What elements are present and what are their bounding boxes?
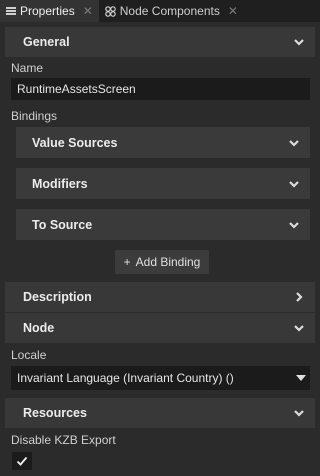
close-icon[interactable]: ✕ bbox=[83, 4, 93, 18]
disable-kzb-export-label: Disable KZB Export bbox=[11, 433, 116, 447]
close-icon[interactable]: ✕ bbox=[228, 4, 238, 18]
to-source-header[interactable]: To Source bbox=[16, 209, 310, 240]
chevron-down-icon bbox=[289, 139, 299, 147]
resources-section-header[interactable]: Resources bbox=[5, 398, 315, 428]
chevron-down-icon bbox=[294, 410, 304, 417]
chevron-right-icon bbox=[296, 292, 303, 302]
section-title: Description bbox=[23, 290, 92, 304]
disable-kzb-export-checkbox[interactable] bbox=[12, 452, 32, 470]
section-title: General bbox=[23, 35, 70, 49]
chevron-down-icon bbox=[294, 39, 304, 46]
bindings-label: Bindings bbox=[11, 109, 58, 123]
modifiers-header[interactable]: Modifiers bbox=[16, 168, 310, 199]
subsection-title: To Source bbox=[32, 217, 93, 232]
tab-properties-label: Properties bbox=[20, 4, 75, 18]
section-title: Resources bbox=[23, 406, 87, 420]
tab-properties[interactable]: Properties ✕ bbox=[0, 0, 99, 22]
list-icon bbox=[6, 6, 16, 16]
value-sources-header[interactable]: Value Sources bbox=[16, 127, 310, 158]
panel-tab-bar: Properties ✕ Node Components ✕ bbox=[0, 0, 320, 22]
locale-dropdown[interactable]: Invariant Language (Invariant Country) (… bbox=[11, 366, 310, 390]
general-section-header[interactable]: General bbox=[5, 27, 315, 57]
plus-icon: + bbox=[123, 255, 131, 269]
section-title: Node bbox=[23, 321, 55, 335]
name-label: Name bbox=[11, 61, 44, 75]
subsection-title: Modifiers bbox=[32, 176, 88, 191]
tab-node-components-label: Node Components bbox=[119, 4, 220, 18]
locale-label: Locale bbox=[11, 348, 47, 362]
chevron-down-icon bbox=[294, 325, 304, 332]
chevron-down-icon bbox=[289, 221, 299, 229]
subsection-title: Value Sources bbox=[32, 135, 118, 150]
node-section-header[interactable]: Node bbox=[5, 313, 315, 343]
description-section-header[interactable]: Description bbox=[5, 282, 315, 312]
name-field[interactable]: RuntimeAssetsScreen bbox=[11, 78, 310, 100]
dropdown-arrow-icon bbox=[296, 375, 306, 381]
components-icon bbox=[104, 5, 116, 17]
add-binding-label: Add Binding bbox=[135, 255, 201, 269]
chevron-down-icon bbox=[289, 180, 299, 188]
locale-value: Invariant Language (Invariant Country) (… bbox=[17, 371, 234, 385]
checkmark-icon bbox=[16, 456, 28, 466]
add-binding-button[interactable]: + Add Binding bbox=[115, 250, 209, 274]
tab-node-components[interactable]: Node Components ✕ bbox=[99, 0, 244, 22]
